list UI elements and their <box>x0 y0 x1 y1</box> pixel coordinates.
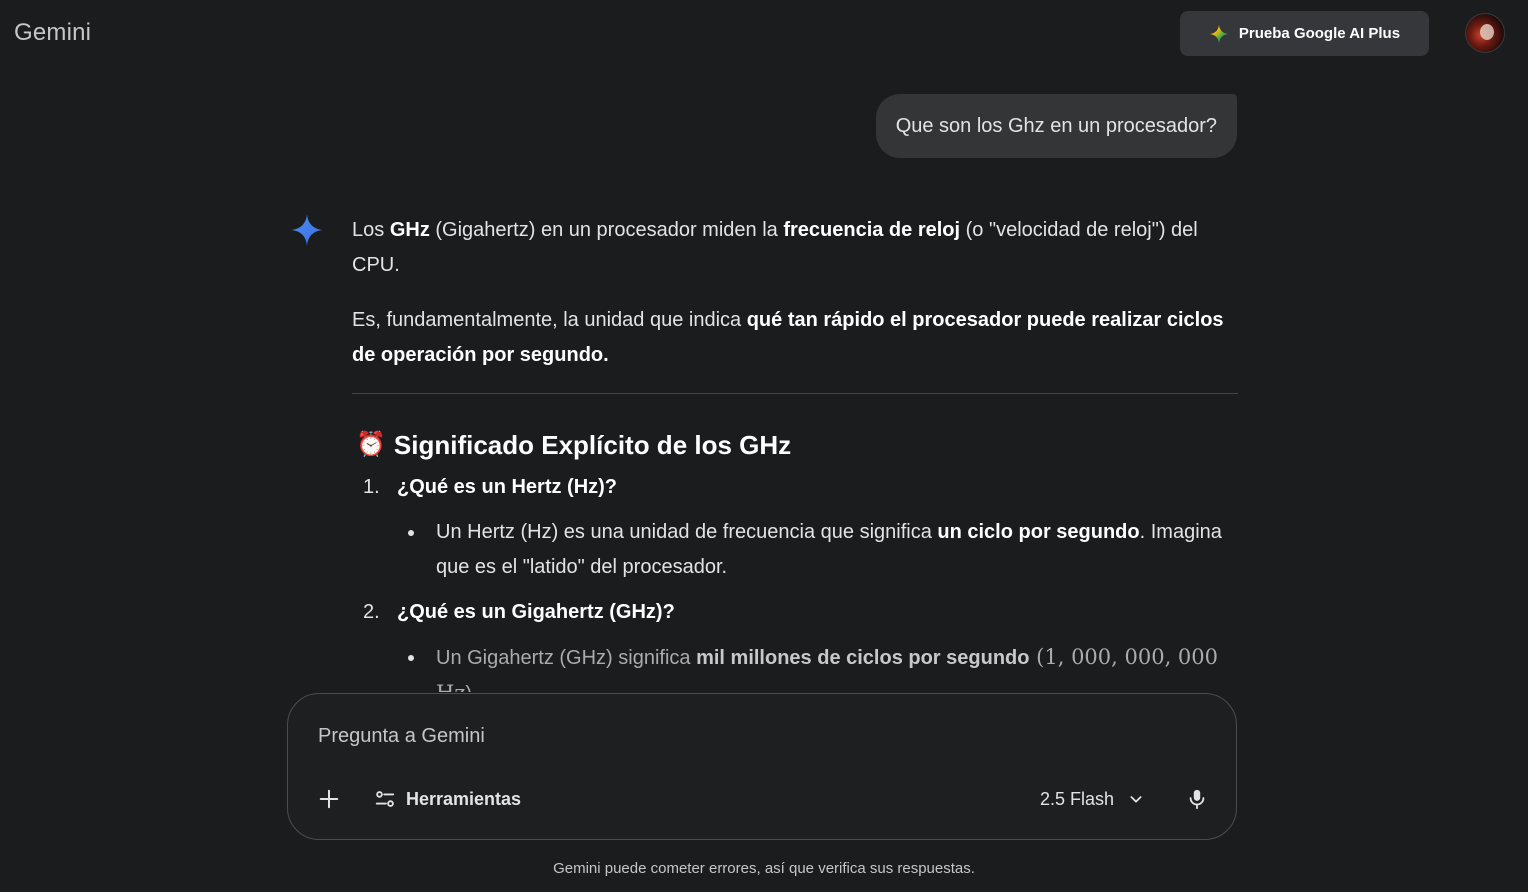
gemini-app: Gemini Prueba Google AI Plus Que son los… <box>0 0 1528 892</box>
microphone-button[interactable] <box>1180 782 1214 816</box>
microphone-icon <box>1189 789 1205 810</box>
response-paragraph-1: Los GHz (Gigahertz) en un procesador mid… <box>352 219 1198 276</box>
alarm-clock-icon: ⏰ <box>356 431 386 458</box>
prompt-input[interactable] <box>318 720 1198 752</box>
bullet-dot <box>406 515 416 585</box>
bullet-dot <box>406 640 416 692</box>
model-response: Los GHz (Gigahertz) en un procesador mid… <box>352 213 1238 692</box>
list-item: 2. ¿Qué es un Gigahertz (GHz)? <box>363 601 675 623</box>
model-label: 2.5 Flash <box>1040 788 1115 809</box>
add-attachment-button[interactable] <box>312 782 346 816</box>
upgrade-label: Prueba Google AI Plus <box>1238 25 1401 42</box>
user-message: Que son los Ghz en un procesador? <box>875 94 1237 158</box>
upgrade-button[interactable]: Prueba Google AI Plus <box>1180 11 1429 56</box>
tools-label: Herramientas <box>406 788 522 809</box>
plus-icon <box>319 789 339 809</box>
tools-sliders-icon <box>375 791 395 807</box>
chevron-down-icon <box>1130 796 1142 803</box>
response-paragraph-2: Es, fundamentalmente, la unidad que indi… <box>352 309 1224 366</box>
sparkle-multicolor-icon <box>1209 24 1229 43</box>
chat-area: Que son los Ghz en un procesador? Los GH… <box>0 70 1528 692</box>
list-bullet: Un Hertz (Hz) es una unidad de frecuenci… <box>352 515 1238 585</box>
divider <box>352 393 1238 394</box>
brand-title[interactable]: Gemini <box>14 19 91 47</box>
tools-button[interactable]: Herramientas <box>374 782 521 816</box>
gemini-spark-icon <box>291 214 323 246</box>
list-bullet: Un Gigahertz (GHz) significa mil millone… <box>352 640 1238 692</box>
disclaimer-text: Gemini puede cometer errores, así que ve… <box>553 860 975 877</box>
prompt-composer: Herramientas 2.5 Flash <box>287 693 1237 840</box>
avatar[interactable] <box>1465 13 1505 53</box>
section-heading: ⏰ Significado Explícito de los GHz <box>356 430 792 460</box>
model-selector[interactable]: 2.5 Flash <box>1040 782 1144 816</box>
list-item: 1. ¿Qué es un Hertz (Hz)? <box>363 476 618 498</box>
